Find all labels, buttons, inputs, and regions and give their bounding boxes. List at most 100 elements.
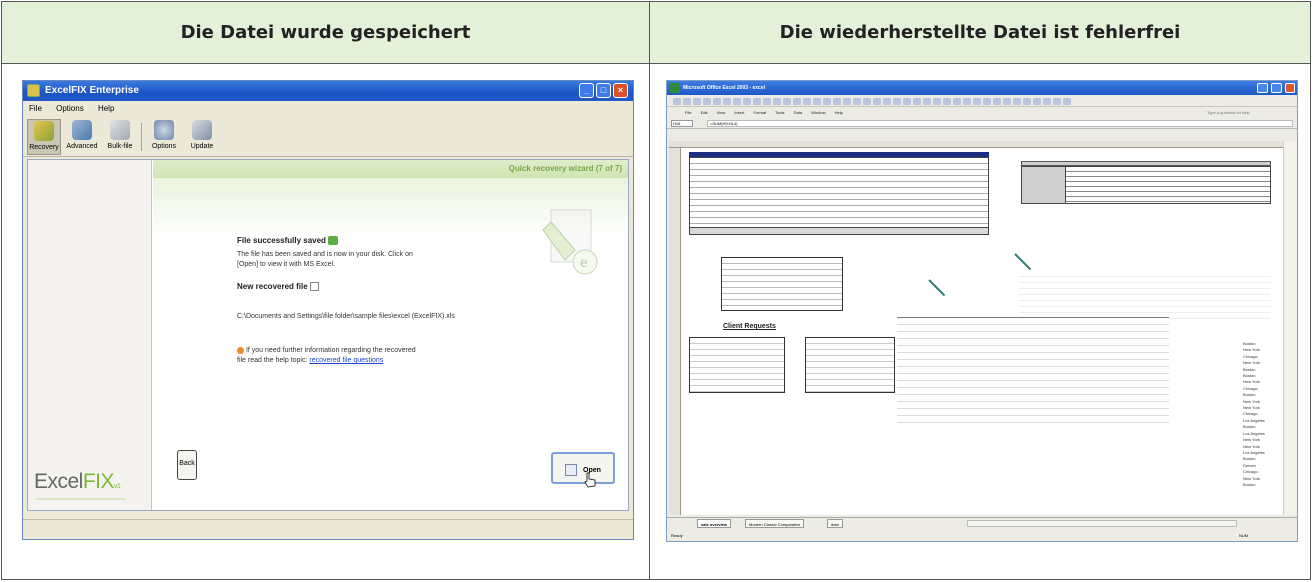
recovered-file-questions-link[interactable]: recovered file questions [309,357,383,364]
toolbar-icon[interactable] [1013,98,1021,105]
toolbar-options-label: Options [151,143,177,150]
toolbar-icon[interactable] [963,98,971,105]
excel-menu-format[interactable]: Format [753,110,766,115]
toolbar-bulk-file-button[interactable]: Bulk-file [103,119,137,155]
excelfix-menubar: File Options Help [23,101,633,117]
excel-maximize-icon[interactable] [1271,83,1282,93]
close-icon[interactable]: × [613,83,628,98]
status-ready: Ready [671,533,683,538]
toolbar-icon[interactable] [743,98,751,105]
excel-help-prompt[interactable]: Type a question for help [1207,110,1250,115]
excel-menu-data[interactable]: Data [794,110,802,115]
toolbar-icon[interactable] [953,98,961,105]
back-button[interactable]: Back [177,450,197,480]
excel-worksheet[interactable]: Client Requests Boston New York Chicago … [669,141,1283,515]
toolbar-icon[interactable] [983,98,991,105]
excel-menu-window[interactable]: Window [811,110,825,115]
menu-options[interactable]: Options [56,104,84,113]
toolbar-icon[interactable] [813,98,821,105]
toolbar-update-label: Update [190,143,214,150]
excel-menubar: File Edit View Insert Format Tools Data … [667,107,1297,118]
header-right: Die wiederherstellte Datei ist fehlerfre… [649,1,1311,64]
excelfix-app-icon [27,84,40,97]
toolbar-icon[interactable] [863,98,871,105]
toolbar-icon[interactable] [903,98,911,105]
new-file-title: New recovered file [237,282,319,292]
toolbar-update-button[interactable]: Update [185,119,219,155]
excelfix-titlebar: ExcelFIX Enterprise _ □ × [23,81,633,101]
comparison-values [1019,271,1271,321]
toolbar-recovery-label: Recovery [29,144,59,151]
tab-data[interactable]: data [827,519,843,528]
toolbar-icon[interactable] [753,98,761,105]
advanced-icon [72,120,92,140]
status-num: NUM [1239,533,1249,538]
toolbar-icon[interactable] [993,98,1001,105]
recovery-icon [34,121,54,141]
excelfix-logo: ExcelFIXv1 [34,470,121,494]
minimize-icon[interactable]: _ [579,83,594,98]
toolbar-icon[interactable] [683,98,691,105]
back-button-label: Back [179,460,195,467]
vertical-scrollbar[interactable] [1283,141,1297,515]
toolbar-icon[interactable] [923,98,931,105]
maximize-icon[interactable]: □ [596,83,611,98]
excel-menu-file[interactable]: File [685,110,691,115]
toolbar-icon[interactable] [703,98,711,105]
toolbar-icon[interactable] [1033,98,1041,105]
toolbar-icon[interactable] [733,98,741,105]
tab-modern-classic-comparative[interactable]: Modern Classic Comparative [745,519,805,528]
toolbar-separator [141,123,142,151]
excel-menu-help[interactable]: Help [835,110,843,115]
excel-formula-bar: H16 =SUM(H5:H14) [667,118,1297,129]
tab-sale-overview[interactable]: sale overview [697,519,732,528]
toolbar-icon[interactable] [913,98,921,105]
sales-list [897,317,1169,427]
excel-minimize-icon[interactable] [1257,83,1268,93]
toolbar-icon[interactable] [793,98,801,105]
toolbar-icon[interactable] [823,98,831,105]
excel-menu-view[interactable]: View [717,110,726,115]
horizontal-scrollbar[interactable] [967,520,1237,527]
excel-menu-tools[interactable]: Tools [775,110,784,115]
toolbar-icon[interactable] [853,98,861,105]
toolbar-icon[interactable] [723,98,731,105]
toolbar-icon[interactable] [763,98,771,105]
menu-help[interactable]: Help [98,104,114,113]
hand-cursor-icon [584,472,596,488]
toolbar-icon[interactable] [973,98,981,105]
toolbar-icon[interactable] [843,98,851,105]
menu-file[interactable]: File [29,104,42,113]
update-icon [192,120,212,140]
toolbar-icon[interactable] [873,98,881,105]
logo-fix-text: FIX [82,470,115,493]
toolbar-icon[interactable] [893,98,901,105]
header-left: Die Datei wurde gespeichert [1,1,650,64]
toolbar-advanced-button[interactable]: Advanced [65,119,99,155]
toolbar-icon[interactable] [773,98,781,105]
toolbar-recovery-button[interactable]: Recovery [27,119,61,155]
toolbar-icon[interactable] [933,98,941,105]
toolbar-icon[interactable] [693,98,701,105]
toolbar-icon[interactable] [1053,98,1061,105]
formula-input[interactable]: =SUM(H5:H14) [707,120,1293,127]
excel-menu-edit[interactable]: Edit [701,110,708,115]
excel-menu-insert[interactable]: Insert [734,110,744,115]
toolbar-options-button[interactable]: Options [147,119,181,155]
toolbar-icon[interactable] [833,98,841,105]
saved-title: File successfully saved [237,236,339,246]
toolbar-icon[interactable] [1003,98,1011,105]
svg-text:e: e [580,254,588,270]
toolbar-icon[interactable] [883,98,891,105]
toolbar-icon[interactable] [1063,98,1071,105]
toolbar-icon[interactable] [803,98,811,105]
toolbar-icon[interactable] [673,98,681,105]
toolbar-icon[interactable] [1023,98,1031,105]
name-box[interactable]: H16 [671,120,693,127]
excel-close-icon[interactable] [1285,83,1295,93]
toolbar-icon[interactable] [783,98,791,105]
toolbar-icon[interactable] [943,98,951,105]
toolbar-icon[interactable] [713,98,721,105]
toolbar-icon[interactable] [1043,98,1051,105]
sales-table-totals [689,227,989,235]
